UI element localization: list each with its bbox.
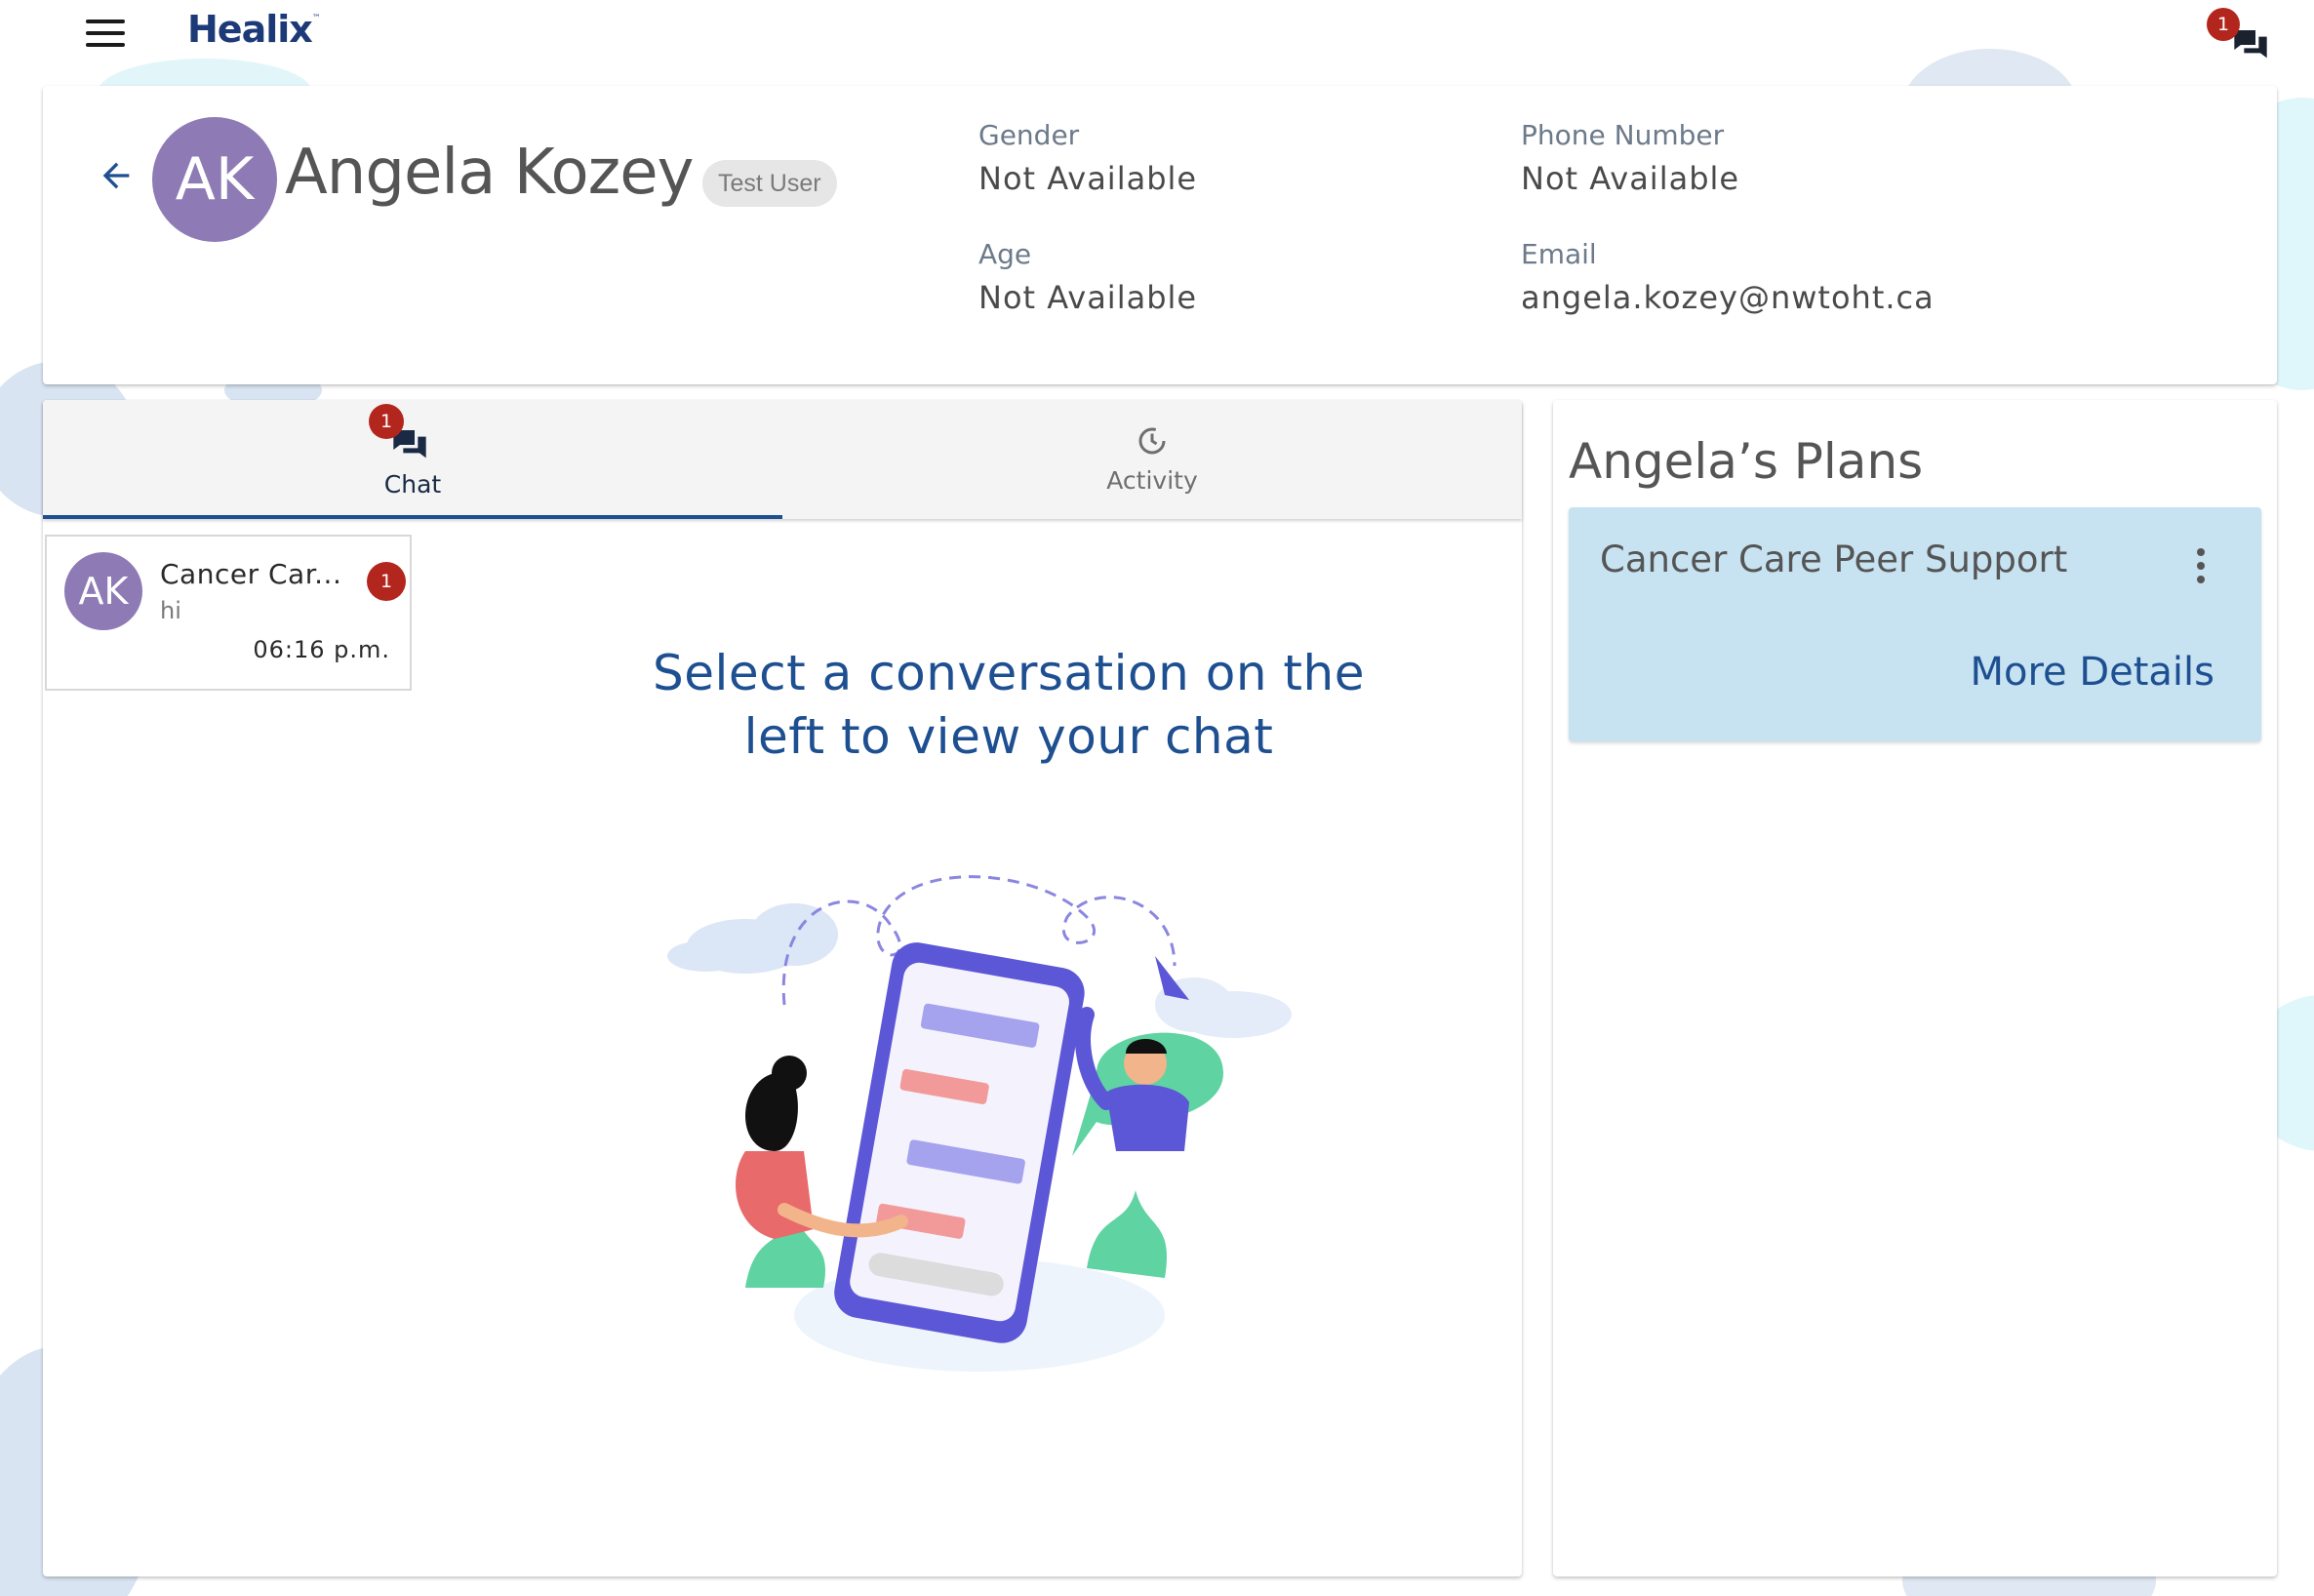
- gender-label: Gender: [978, 119, 1080, 151]
- chat-panel: 1 Chat Activity AK Cancer Car... hi 1 06…: [43, 400, 1522, 1576]
- email-value: angela.kozey@nwtoht.ca: [1521, 279, 1935, 316]
- email-label: Email: [1521, 238, 1597, 270]
- avatar: AK: [152, 117, 277, 242]
- age-label: Age: [978, 238, 1032, 270]
- conversation-time: 06:16 p.m.: [253, 636, 390, 663]
- arrow-left-icon[interactable]: [94, 156, 139, 195]
- tab-chat-label: Chat: [383, 470, 442, 499]
- conversation-avatar: AK: [64, 552, 142, 630]
- empty-state-line-1: Select a conversation on the: [653, 645, 1365, 701]
- menu-icon[interactable]: [86, 20, 125, 47]
- plan-card: Cancer Care Peer Support More Details: [1569, 507, 2261, 741]
- empty-state-message: Select a conversation on the left to vie…: [511, 642, 1506, 769]
- logo-trademark: ™: [311, 14, 321, 23]
- chat-illustration: [667, 875, 1292, 1372]
- user-name: Angela Kozey: [285, 137, 694, 209]
- activity-history-icon: [1138, 427, 1166, 455]
- active-tab-indicator: [43, 515, 782, 519]
- logo-text: Healix: [187, 8, 313, 51]
- profile-card: AK Angela Kozey Test User Gender Not Ava…: [43, 86, 2277, 384]
- conversation-list-item[interactable]: AK Cancer Car... hi 1 06:16 p.m.: [45, 535, 412, 691]
- more-details-link[interactable]: More Details: [1970, 650, 2214, 695]
- app-root: Healix™ 1 AK Angela Kozey Test User Gend…: [0, 0, 2314, 1596]
- phone-label: Phone Number: [1521, 119, 1725, 151]
- tab-chat[interactable]: 1 Chat: [43, 400, 782, 519]
- phone-value: Not Available: [1521, 160, 1740, 197]
- app-logo[interactable]: Healix™: [187, 8, 321, 51]
- conversation-last-message: hi: [160, 597, 181, 624]
- tab-activity[interactable]: Activity: [782, 400, 1522, 519]
- plans-panel: Angela’s Plans Cancer Care Peer Support …: [1553, 400, 2277, 1576]
- chat-tab-badge: 1: [369, 404, 404, 439]
- plans-title: Angela’s Plans: [1569, 433, 1924, 490]
- notification-badge: 1: [2207, 8, 2240, 41]
- tab-activity-label: Activity: [1106, 466, 1198, 495]
- conversation-unread-badge: 1: [367, 562, 406, 601]
- empty-state-line-2: left to view your chat: [743, 708, 1274, 765]
- age-value: Not Available: [978, 279, 1198, 316]
- top-bar: Healix™ 1: [0, 0, 2314, 66]
- gender-value: Not Available: [978, 160, 1198, 197]
- chat-notifications-button[interactable]: 1: [2207, 8, 2275, 66]
- tab-bar: 1 Chat Activity: [43, 400, 1522, 519]
- plan-name: Cancer Care Peer Support: [1600, 539, 2068, 580]
- conversation-name: Cancer Car...: [160, 558, 342, 590]
- more-vertical-icon[interactable]: [2195, 548, 2207, 583]
- user-tag-chip: Test User: [702, 160, 837, 207]
